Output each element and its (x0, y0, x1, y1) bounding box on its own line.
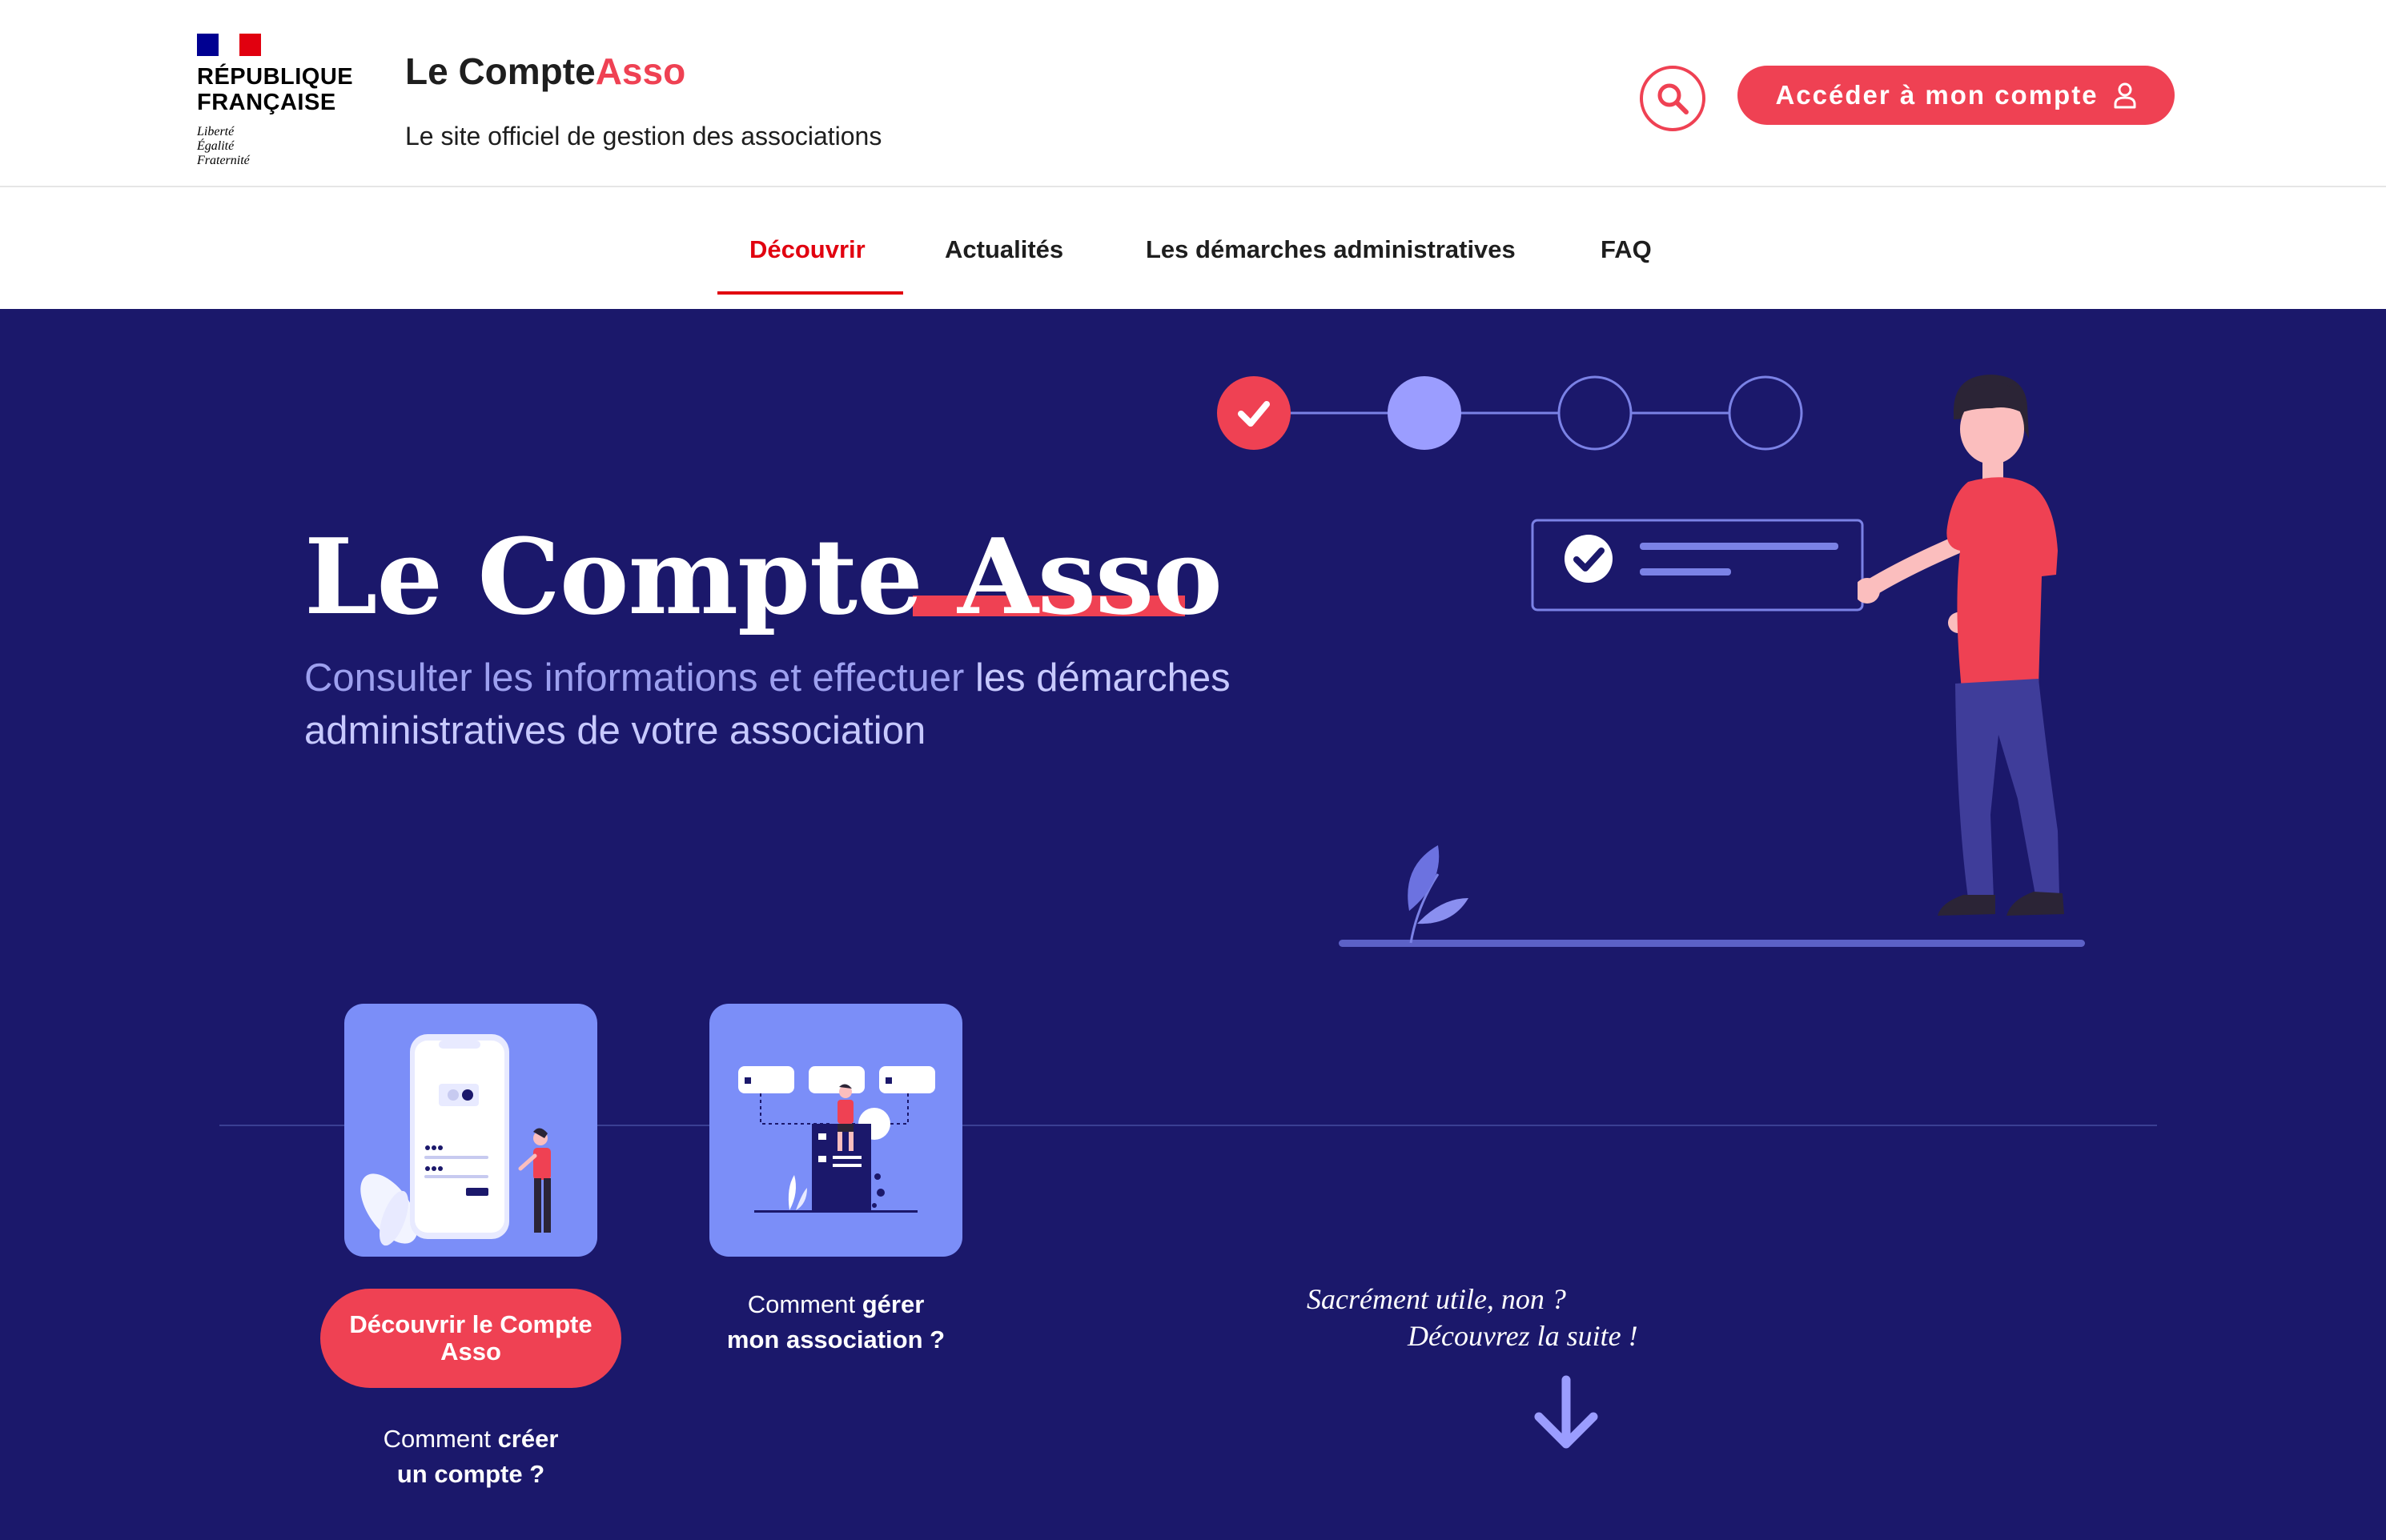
motto-liberte: Liberté (197, 125, 235, 138)
hero-subtitle: Consulter les informations et effectuer … (304, 652, 1233, 757)
teaser-line2: Découvrez la suite ! (1408, 1320, 1638, 1352)
nav-item-demarches[interactable]: Les démarches administratives (1146, 235, 1516, 264)
checklist-illustration (1531, 519, 1864, 612)
create-link-bold1: créer (497, 1425, 559, 1453)
phone-illustration (360, 1034, 551, 1246)
create-link-bold2: un compte ? (396, 1460, 545, 1488)
nav-active-indicator (717, 291, 903, 295)
discover-account-button[interactable]: Découvrir le Compte Asso (320, 1289, 621, 1388)
main-nav: Découvrir Actualités Les démarches admin… (0, 187, 2386, 309)
plant-illustration (1408, 845, 1468, 944)
hero-title-part2: Asso (958, 515, 1223, 638)
hero-title: Le Compte Asso (304, 515, 1223, 638)
manage-association-link[interactable]: Comment gérer mon association ? (693, 1287, 978, 1358)
step-pending (1557, 375, 1633, 451)
nav-item-actualites[interactable]: Actualités (945, 235, 1063, 264)
manage-link-pre: Comment (747, 1290, 856, 1318)
account-access-button[interactable]: Accéder à mon compte (1737, 66, 2175, 125)
search-icon (1657, 83, 1689, 114)
step-pending (1728, 375, 1803, 451)
republique-line2: FRANÇAISE (197, 90, 336, 115)
user-icon (2114, 82, 2136, 109)
site-brand[interactable]: Le CompteAsso (405, 50, 685, 93)
create-account-card[interactable] (344, 1004, 597, 1257)
brand-prefix: Le Compte (405, 50, 596, 92)
manage-association-card[interactable] (709, 1004, 962, 1257)
motto-egalite: Égalité (197, 139, 235, 153)
person-illustration (1858, 375, 2064, 916)
motto-fraternite: Fraternité (197, 154, 250, 167)
search-button[interactable] (1640, 66, 1705, 131)
brand-accent: Asso (595, 50, 686, 92)
site-tagline: Le site officiel de gestion des associat… (405, 122, 882, 150)
hero-subtitle-part1: Consulter les informations et effectuer (304, 656, 965, 700)
nav-item-decouvrir[interactable]: Découvrir (749, 235, 866, 264)
progress-steps (1217, 375, 1803, 451)
association-illustration (738, 1066, 935, 1213)
account-button-label: Accéder à mon compte (1775, 80, 2099, 110)
site-header: RÉPUBLIQUE FRANÇAISE Liberté Égalité Fra… (0, 0, 2386, 187)
nav-item-faq[interactable]: FAQ (1601, 235, 1652, 264)
hero-title-part1: Le Compte (304, 515, 923, 638)
republique-line1: RÉPUBLIQUE (197, 64, 354, 90)
manage-link-bold2: mon association ? (726, 1325, 946, 1354)
hero-section: Le Compte Asso Consulter les information… (0, 309, 2386, 1540)
step-completed (1217, 376, 1291, 450)
french-flag-icon (197, 34, 262, 56)
republique-francaise-logo[interactable]: RÉPUBLIQUE FRANÇAISE Liberté Égalité Fra… (197, 34, 357, 168)
arrow-down-icon[interactable] (1531, 1375, 1601, 1450)
teaser-line1: Sacrément utile, non ? (1307, 1283, 1566, 1315)
create-link-pre: Comment (383, 1425, 491, 1453)
step-current (1388, 376, 1461, 450)
create-account-link[interactable]: Comment créer un compte ? (320, 1422, 621, 1492)
manage-link-bold1: gérer (862, 1290, 925, 1318)
